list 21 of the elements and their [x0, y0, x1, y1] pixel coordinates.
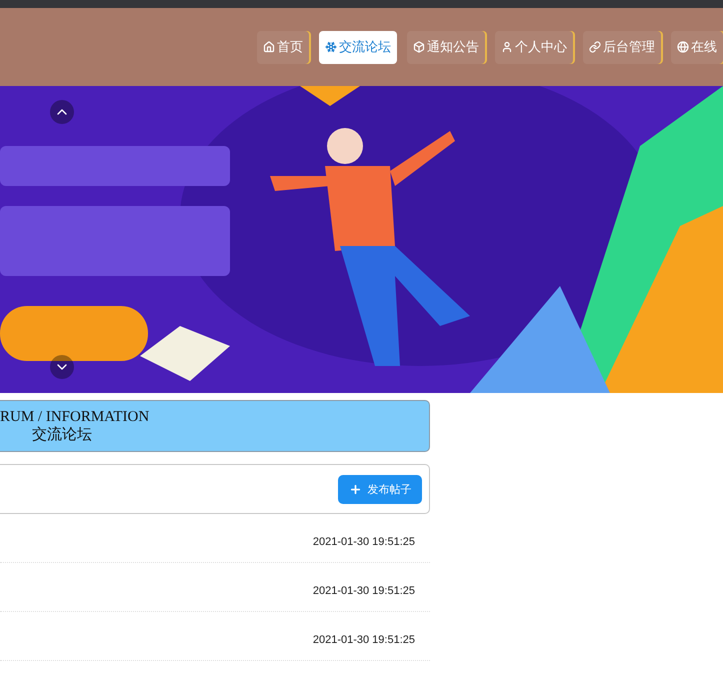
home-icon — [263, 41, 275, 53]
publish-button[interactable]: 发布帖子 — [338, 474, 422, 504]
link-icon — [589, 41, 601, 53]
nav-item[interactable]: 通知公告 — [407, 30, 485, 64]
carousel-down-button[interactable] — [50, 355, 74, 379]
post-time: 2021-01-30 19:51:25 — [312, 535, 415, 548]
cube-icon — [413, 41, 425, 53]
plus-icon — [348, 482, 362, 496]
user-icon — [501, 41, 513, 53]
nav-item[interactable]: 在线 — [671, 30, 723, 64]
nav-item[interactable]: 交流论坛 — [319, 30, 397, 64]
post-time: 2021-01-30 19:51:25 — [312, 584, 415, 597]
nav-item[interactable]: 后台管理 — [583, 30, 661, 64]
globe-icon — [677, 41, 689, 53]
nav-item[interactable]: 首页 — [257, 30, 309, 64]
section-subtitle: RUM / INFORMATION — [0, 408, 150, 426]
snowflake-icon — [325, 41, 337, 53]
post-time: 2021-01-30 19:51:25 — [312, 633, 415, 646]
section-title: 交流论坛 — [31, 426, 93, 444]
nav-item[interactable]: 个人中心 — [495, 30, 573, 64]
carousel-up-button[interactable] — [50, 100, 74, 124]
